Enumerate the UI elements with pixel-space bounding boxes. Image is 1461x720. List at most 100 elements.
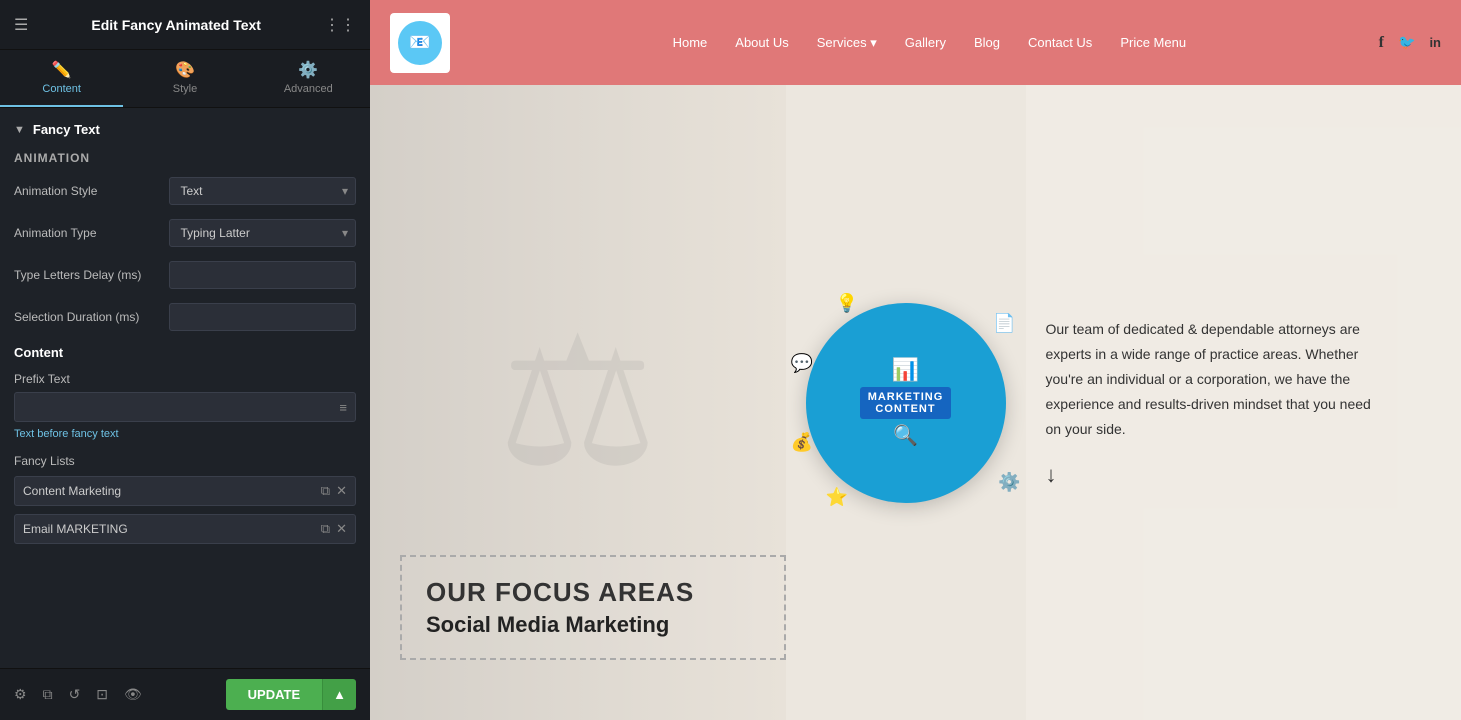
focus-areas-box: OUR FOCUS AREAS Social Media Marketing: [400, 555, 786, 660]
tab-content-label: Content: [42, 83, 81, 95]
fancy-list-icons-1: ⧉ ✕: [321, 521, 347, 537]
nav-links: Home About Us Services ▾ Gallery Blog Co…: [480, 35, 1379, 51]
circle-content: 📊 MARKETINGCONTENT 🔍: [850, 347, 962, 458]
nav-social: f 🐦 in: [1379, 34, 1441, 52]
tab-advanced-label: Advanced: [284, 83, 333, 95]
history-icon[interactable]: ↺: [69, 686, 81, 703]
fancy-list-input-0[interactable]: [23, 484, 321, 498]
selection-duration-input[interactable]: 500: [169, 303, 356, 331]
hero-section: ⚖ OUR FOCUS AREAS Social Media Marketing…: [370, 85, 1461, 720]
linkedin-icon[interactable]: in: [1429, 35, 1441, 50]
marketing-circle: 💡 📄 ⚙️ ⭐ 💬 💰 📊 MARKETINGCONTENT 🔍: [806, 303, 1006, 503]
animation-type-row: Animation Type Typing Latter Fade Slide: [14, 219, 356, 247]
right-panel: 📧 Home About Us Services ▾ Gallery Blog …: [370, 0, 1461, 720]
animation-type-control: Typing Latter Fade Slide: [169, 219, 356, 247]
float-icon-3: ⚙️: [998, 472, 1020, 493]
focus-subtitle: Social Media Marketing: [426, 612, 760, 638]
float-icon-2: 📄: [993, 313, 1015, 334]
copy-icon-1[interactable]: ⧉: [321, 521, 330, 537]
nav-contact[interactable]: Contact Us: [1028, 35, 1092, 51]
copy-icon-0[interactable]: ⧉: [321, 483, 330, 499]
panel-tabs: ✏️ Content 🎨 Style ⚙️ Advanced: [0, 50, 370, 108]
fancy-lists-label: Fancy Lists: [14, 454, 356, 468]
prefix-text-icon[interactable]: ≡: [331, 400, 355, 415]
hero-description: Our team of dedicated & dependable attor…: [1046, 317, 1386, 443]
tab-style-label: Style: [173, 83, 197, 95]
animation-style-select[interactable]: Text Color Highlight: [169, 177, 356, 205]
float-icon-5: 💬: [791, 353, 813, 374]
footer-icons: ⚙ ⧉ ↺ ⊡ 👁: [14, 686, 142, 703]
type-letters-delay-input[interactable]: 150: [169, 261, 356, 289]
animation-style-control: Text Color Highlight: [169, 177, 356, 205]
section-arrow: ▼: [14, 124, 25, 136]
float-icon-6: 💰: [791, 432, 813, 453]
prefix-input-wrapper: OUR FOCUS AREAS ≡: [14, 392, 356, 422]
responsive-icon[interactable]: ⊡: [96, 686, 108, 703]
prefix-text-label: Prefix Text: [14, 372, 356, 386]
update-btn-group: UPDATE ▲: [226, 679, 356, 710]
fancy-list-item-0: ⧉ ✕: [14, 476, 356, 506]
panel-title: Edit Fancy Animated Text: [91, 17, 261, 33]
content-tab-icon: ✏️: [52, 60, 72, 80]
nav-gallery[interactable]: Gallery: [905, 35, 946, 51]
facebook-icon[interactable]: f: [1379, 34, 1384, 52]
fancy-list-input-1[interactable]: [23, 522, 321, 536]
tab-content[interactable]: ✏️ Content: [0, 50, 123, 107]
hero-center: 💡 📄 ⚙️ ⭐ 💬 💰 📊 MARKETINGCONTENT 🔍: [786, 85, 1026, 720]
grid-icon[interactable]: ⋮⋮: [324, 15, 356, 35]
type-letters-delay-row: Type Letters Delay (ms) 150: [14, 261, 356, 289]
prefix-text-input[interactable]: OUR FOCUS AREAS: [15, 393, 331, 421]
nav-about[interactable]: About Us: [735, 35, 788, 51]
nav-home[interactable]: Home: [673, 35, 708, 51]
hero-down-arrow: ↓: [1046, 462, 1432, 488]
tab-advanced[interactable]: ⚙️ Advanced: [247, 50, 370, 107]
twitter-icon[interactable]: 🐦: [1398, 34, 1415, 51]
panel-header: ☰ Edit Fancy Animated Text ⋮⋮: [0, 0, 370, 50]
animation-style-label: Animation Style: [14, 184, 169, 198]
delete-icon-1[interactable]: ✕: [336, 521, 347, 537]
type-letters-delay-label: Type Letters Delay (ms): [14, 268, 169, 282]
fancy-text-section-header: ▼ Fancy Text: [14, 122, 356, 137]
layers-icon[interactable]: ⧉: [43, 686, 53, 703]
float-icon-4: ⭐: [826, 487, 848, 508]
hero-right: Our team of dedicated & dependable attor…: [1026, 85, 1461, 720]
hamburger-icon[interactable]: ☰: [14, 15, 28, 35]
fancy-list-icons-0: ⧉ ✕: [321, 483, 347, 499]
panel-body: ▼ Fancy Text Animation Animation Style T…: [0, 108, 370, 668]
content-section-label: Content: [14, 345, 356, 360]
animation-type-select-wrapper: Typing Latter Fade Slide: [169, 219, 356, 247]
section-name: Fancy Text: [33, 122, 100, 137]
prefix-hint: Text before fancy text: [14, 428, 356, 440]
advanced-tab-icon: ⚙️: [298, 60, 318, 80]
fancy-list-item-1: ⧉ ✕: [14, 514, 356, 544]
animation-style-row: Animation Style Text Color Highlight: [14, 177, 356, 205]
animation-style-select-wrapper: Text Color Highlight: [169, 177, 356, 205]
left-panel: ☰ Edit Fancy Animated Text ⋮⋮ ✏️ Content…: [0, 0, 370, 720]
tab-style[interactable]: 🎨 Style: [123, 50, 246, 107]
update-button[interactable]: UPDATE: [226, 679, 322, 710]
update-arrow-button[interactable]: ▲: [322, 679, 356, 710]
focus-title: OUR FOCUS AREAS: [426, 577, 760, 608]
navbar: 📧 Home About Us Services ▾ Gallery Blog …: [370, 0, 1461, 85]
type-letters-delay-control: 150: [169, 261, 356, 289]
style-tab-icon: 🎨: [175, 60, 195, 80]
animation-label: Animation: [14, 151, 356, 165]
preview-icon[interactable]: 👁: [124, 686, 142, 703]
navbar-logo: 📧: [390, 13, 450, 73]
circle-badge: MARKETINGCONTENT: [860, 387, 952, 419]
nav-services[interactable]: Services ▾: [817, 35, 877, 51]
settings-icon[interactable]: ⚙: [14, 686, 27, 703]
selection-duration-row: Selection Duration (ms) 500: [14, 303, 356, 331]
nav-blog[interactable]: Blog: [974, 35, 1000, 51]
float-icon-1: 💡: [836, 293, 858, 314]
delete-icon-0[interactable]: ✕: [336, 483, 347, 499]
services-dropdown-arrow: ▾: [870, 35, 877, 50]
nav-price-menu[interactable]: Price Menu: [1120, 35, 1186, 51]
hero-left: ⚖ OUR FOCUS AREAS Social Media Marketing: [370, 85, 786, 720]
logo-circle: 📧: [398, 21, 442, 65]
animation-type-select[interactable]: Typing Latter Fade Slide: [169, 219, 356, 247]
selection-duration-control: 500: [169, 303, 356, 331]
main-content: ⚖ OUR FOCUS AREAS Social Media Marketing…: [370, 85, 1461, 720]
selection-duration-label: Selection Duration (ms): [14, 310, 169, 324]
panel-footer: ⚙ ⧉ ↺ ⊡ 👁 UPDATE ▲: [0, 668, 370, 720]
